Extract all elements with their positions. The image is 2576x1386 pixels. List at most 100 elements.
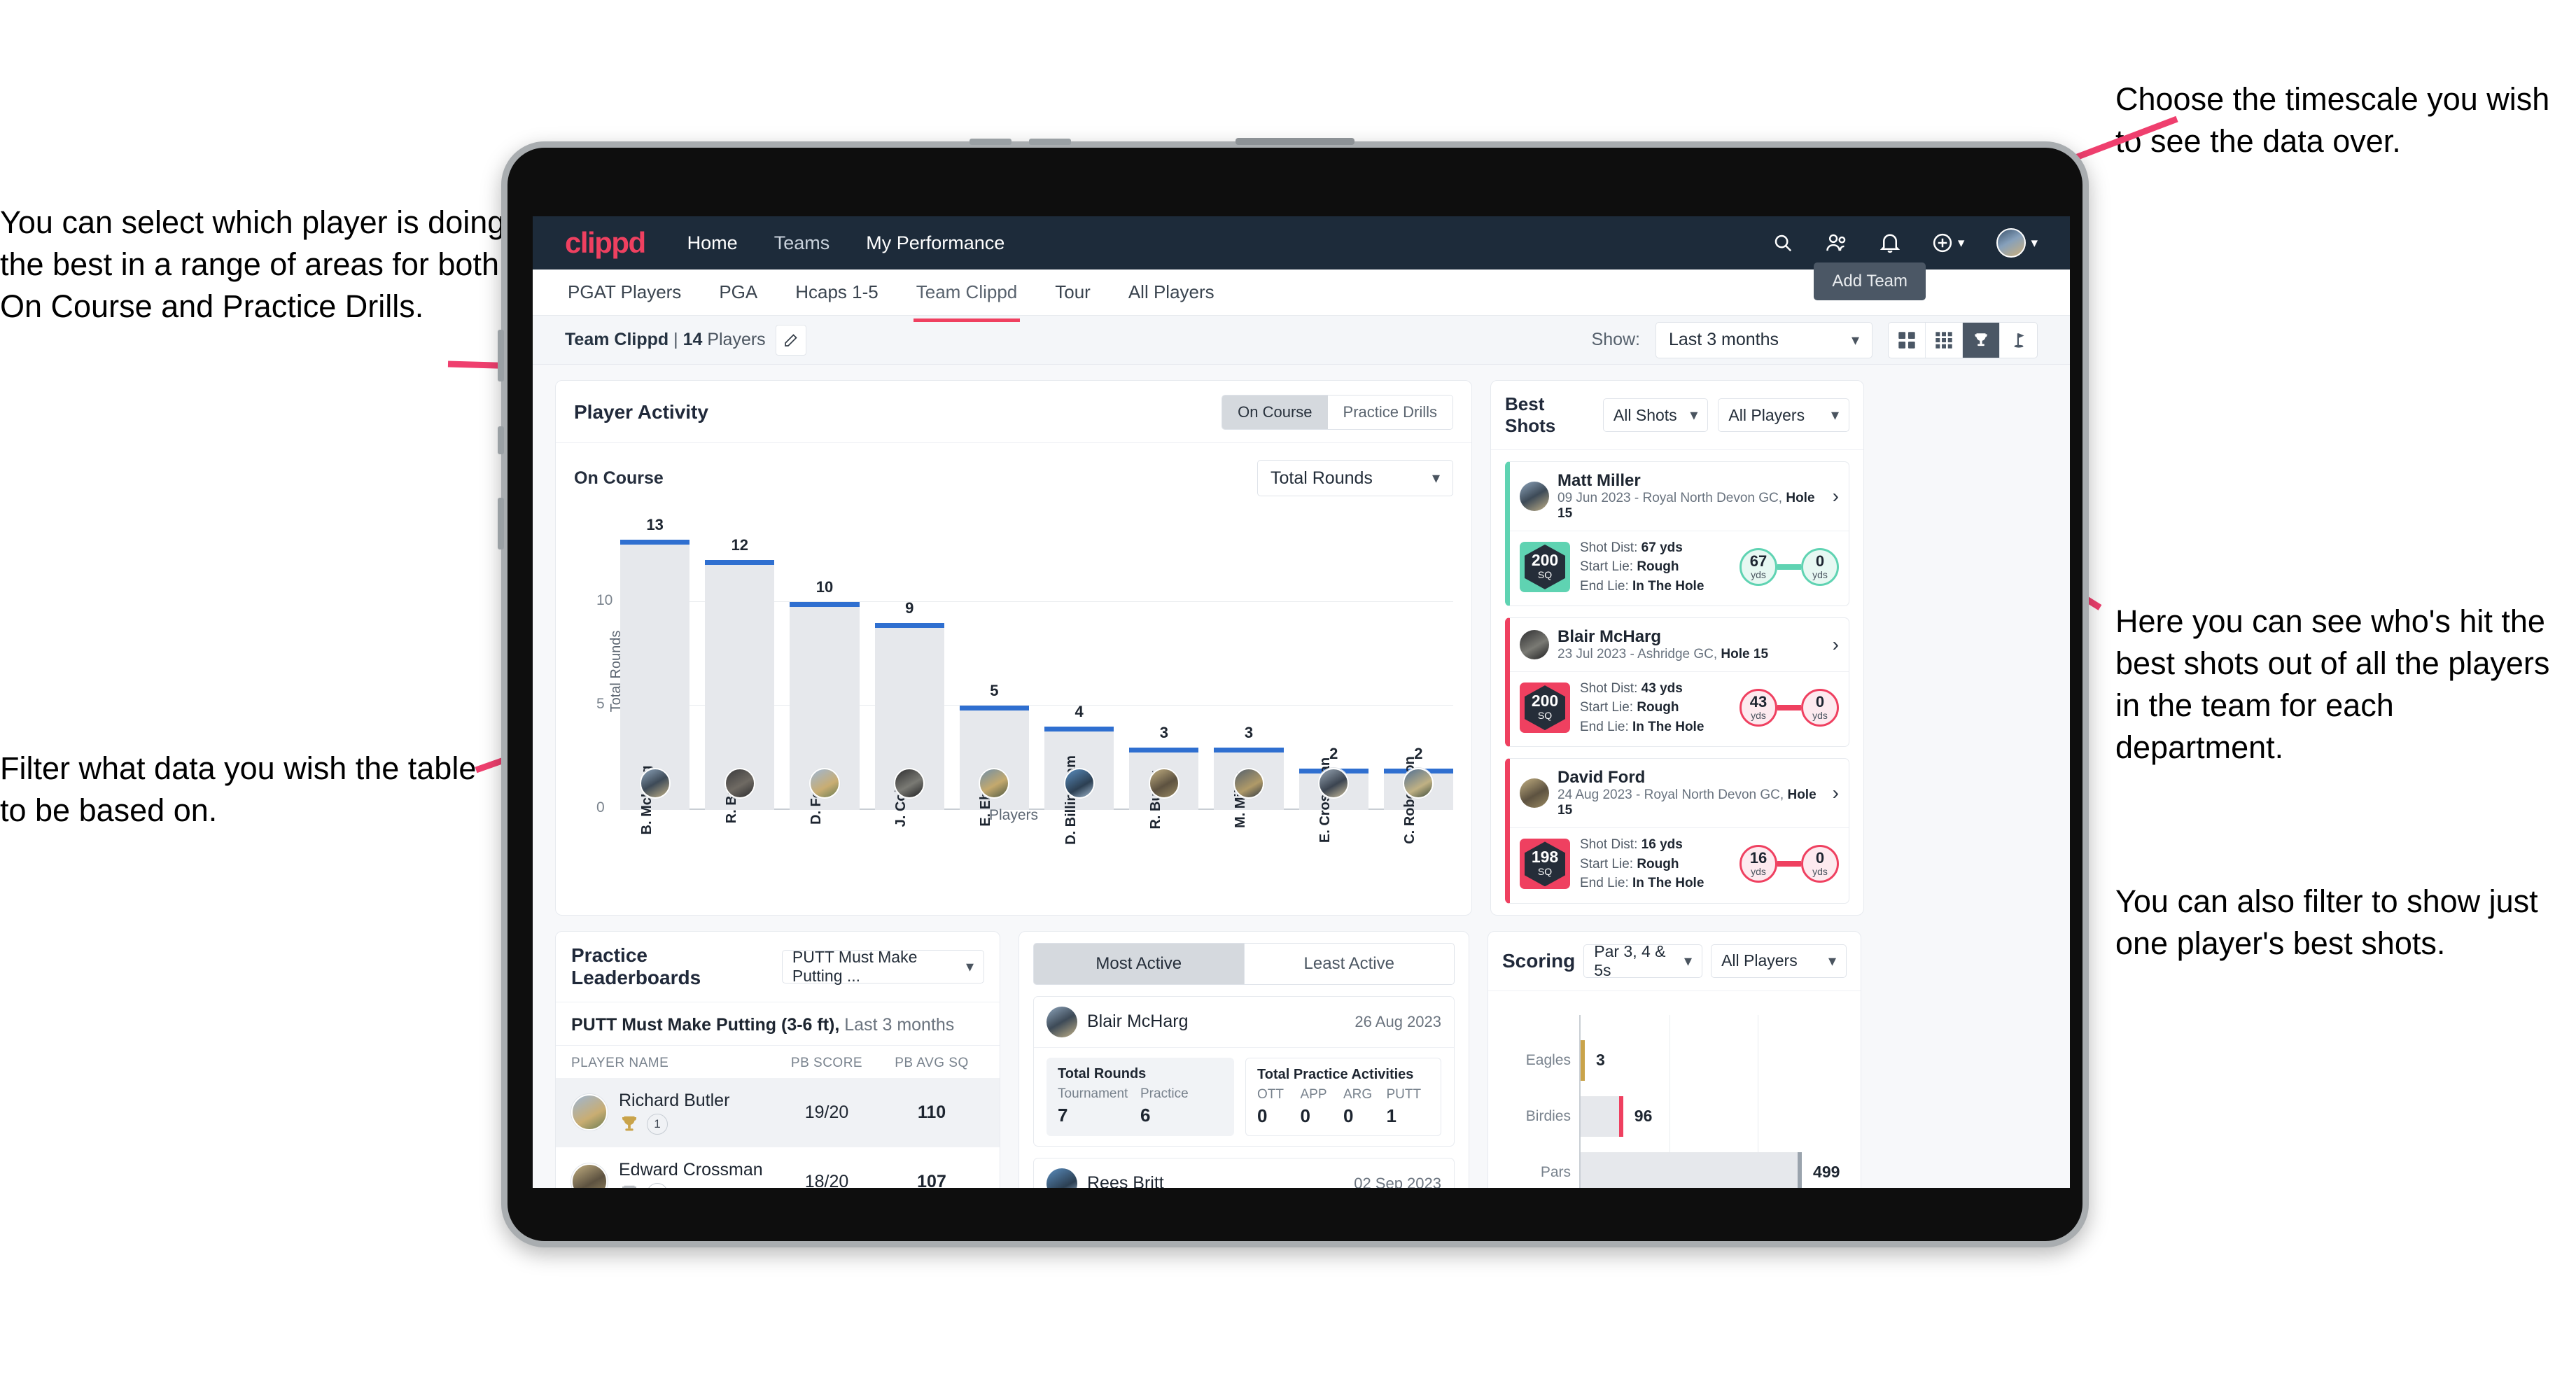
leaderboard-pb-avg-sq: 107 bbox=[917, 1171, 946, 1188]
leaderboard-player-info: Richard Butler 1 bbox=[619, 1091, 729, 1135]
scoring-category-label: Pars bbox=[1540, 1163, 1571, 1180]
chart-bar-column[interactable]: 10 D. Ford bbox=[790, 519, 860, 825]
view-toggle-grid-9[interactable] bbox=[1926, 322, 1963, 358]
tab-team-clippd[interactable]: Team Clippd bbox=[913, 273, 1021, 322]
chevron-right-icon[interactable]: › bbox=[1833, 485, 1839, 507]
view-toggle-golf-flag[interactable] bbox=[2000, 323, 2037, 358]
chevron-right-icon[interactable]: › bbox=[1833, 782, 1839, 804]
add-team-button[interactable]: Add Team bbox=[1814, 262, 1926, 300]
avatar[interactable] bbox=[1046, 1168, 1077, 1188]
activity-list: Blair McHarg 26 Aug 2023 Total Rounds Tourn… bbox=[1019, 985, 1469, 1188]
tab-all-players[interactable]: All Players bbox=[1126, 273, 1217, 312]
player-avatar[interactable] bbox=[639, 768, 671, 799]
nav-link-my-performance[interactable]: My Performance bbox=[866, 232, 1004, 254]
timescale-select[interactable]: Last 3 months ▾ bbox=[1656, 321, 1872, 358]
shot-dist-value: 67 yds bbox=[1641, 540, 1683, 555]
shot-dist-line: Shot Dist: 16 yds bbox=[1580, 835, 1704, 855]
plus-circle-icon[interactable]: ▾ bbox=[1932, 232, 1964, 253]
chart-bar-column[interactable]: 5 E. Ebert bbox=[959, 519, 1030, 827]
nav-link-home[interactable]: Home bbox=[687, 232, 738, 254]
scoring-row[interactable]: Pars 499 bbox=[1541, 1152, 1847, 1188]
sq-unit: SQ bbox=[1537, 568, 1553, 580]
avatar[interactable] bbox=[1520, 778, 1549, 808]
player-avatar[interactable] bbox=[979, 768, 1010, 799]
table-row[interactable]: Richard Butler 1 19/20 110 bbox=[556, 1077, 1000, 1147]
chart-bar-column[interactable]: 4 D. Billingham bbox=[1044, 519, 1114, 845]
player-avatar[interactable] bbox=[1403, 768, 1434, 799]
chart-bar-value: 5 bbox=[990, 682, 999, 700]
drill-select[interactable]: PUTT Must Make Putting ... ▾ bbox=[781, 948, 984, 985]
best-shot-player-name: David Ford bbox=[1558, 768, 1646, 788]
scoring-bar[interactable] bbox=[1581, 1152, 1802, 1188]
player-avatar[interactable] bbox=[1318, 768, 1350, 799]
scoring-par-select[interactable]: Par 3, 4 & 5s ▾ bbox=[1583, 942, 1703, 979]
tab-tour[interactable]: Tour bbox=[1052, 273, 1093, 312]
tab-least-active[interactable]: Least Active bbox=[1244, 942, 1455, 985]
shot-start-distance: 43 yds bbox=[1740, 689, 1777, 727]
avatar[interactable]: ▾ bbox=[1996, 228, 2038, 258]
tab-pgat-players[interactable]: PGAT Players bbox=[565, 273, 684, 312]
show-label: Show: bbox=[1591, 330, 1640, 349]
metric-select[interactable]: Total Rounds ▾ bbox=[1257, 460, 1453, 496]
bell-icon[interactable] bbox=[1879, 232, 1900, 253]
best-shot-card[interactable]: David Ford 24 Aug 2023 - Royal North Devo… bbox=[1505, 758, 1849, 904]
scoring-bar-cap bbox=[1581, 1040, 1585, 1081]
people-icon[interactable] bbox=[1826, 232, 1848, 253]
chart-bar-column[interactable]: 3 M. Miller bbox=[1214, 519, 1284, 828]
tab-hcaps-1-5[interactable]: Hcaps 1-5 bbox=[792, 273, 881, 312]
player-avatar[interactable] bbox=[809, 768, 840, 799]
player-avatar[interactable] bbox=[1233, 768, 1265, 799]
tab-pga[interactable]: PGA bbox=[716, 273, 760, 312]
player-avatar[interactable] bbox=[724, 768, 755, 799]
chart-bar-column[interactable]: 3 R. Butler bbox=[1129, 519, 1199, 830]
view-toggle-grid-4[interactable] bbox=[1889, 322, 1926, 358]
chart-avatar-slot bbox=[620, 768, 690, 799]
activity-player-card[interactable]: Rees Britt02 Sep 2023Total RoundsTournam… bbox=[1033, 1157, 1455, 1188]
avatar[interactable] bbox=[1520, 630, 1549, 660]
activity-player-name: Blair McHarg bbox=[1087, 1011, 1189, 1032]
scoring-row[interactable]: Eagles 3 bbox=[1526, 1040, 1847, 1081]
best-shot-meta: 23 Jul 2023 - Ashridge GC, Hole 15 bbox=[1558, 647, 1768, 662]
segment-on-course[interactable]: On Course bbox=[1222, 396, 1328, 429]
view-toggle-group bbox=[1888, 321, 2038, 358]
chart-bar-column[interactable]: 2 C. Robertson bbox=[1383, 519, 1454, 844]
scoring-player-select[interactable]: All Players ▾ bbox=[1711, 944, 1847, 978]
tab-most-active[interactable]: Most Active bbox=[1033, 942, 1245, 985]
scoring-bar[interactable] bbox=[1581, 1096, 1623, 1137]
best-shot-card[interactable]: Matt Miller 09 Jun 2023 - Royal North Dev… bbox=[1505, 461, 1849, 607]
view-toggle-trophy[interactable] bbox=[1963, 322, 2000, 358]
end-lie-line: End Lie: In The Hole bbox=[1580, 577, 1704, 596]
player-avatar[interactable] bbox=[1148, 768, 1180, 799]
table-row[interactable]: Edward Crossman 2 18/20 107 bbox=[556, 1147, 1000, 1188]
player-avatar[interactable] bbox=[1063, 768, 1095, 799]
best-shots-shot-filter[interactable]: All Shots ▾ bbox=[1602, 398, 1709, 432]
search-icon[interactable] bbox=[1772, 232, 1793, 253]
avatar[interactable] bbox=[1046, 1006, 1077, 1037]
chart-bar-column[interactable]: 12 R. Britt bbox=[705, 519, 775, 823]
chart-bar-column[interactable]: 9 J. Coles bbox=[874, 519, 945, 827]
activity-card: Most Active Least Active Blair McHarg 26 … bbox=[1018, 930, 1469, 1188]
scoring-category-label: Birdies bbox=[1525, 1107, 1571, 1124]
clippd-logo[interactable]: clippd bbox=[565, 226, 646, 260]
chart-bar-column[interactable]: 2 E. Crossman bbox=[1298, 519, 1369, 843]
segment-practice-drills[interactable]: Practice Drills bbox=[1327, 396, 1452, 429]
chevron-down-icon: ▾ bbox=[2031, 235, 2038, 251]
nav-link-teams[interactable]: Teams bbox=[774, 232, 830, 254]
player-activity-card: Player Activity On Course Practice Drill… bbox=[555, 380, 1472, 916]
chevron-right-icon[interactable]: › bbox=[1833, 634, 1839, 656]
scoring-row[interactable]: Birdies 96 bbox=[1526, 1096, 1847, 1137]
pencil-icon bbox=[784, 333, 797, 346]
player-avatar[interactable] bbox=[894, 768, 925, 799]
best-shot-card[interactable]: Blair McHarg 23 Jul 2023 - Ashridge GC, H… bbox=[1505, 617, 1849, 748]
avatar[interactable] bbox=[571, 1163, 608, 1188]
chart-bar-column[interactable]: 13 B. McHarg bbox=[620, 516, 690, 834]
scoring-player-value: All Players bbox=[1721, 951, 1798, 970]
scoring-bar[interactable] bbox=[1581, 1040, 1585, 1081]
avatar[interactable] bbox=[1520, 481, 1549, 511]
best-shots-player-filter[interactable]: All Players ▾ bbox=[1718, 398, 1850, 432]
edit-team-button[interactable] bbox=[775, 324, 806, 356]
avatar[interactable] bbox=[571, 1094, 608, 1131]
chart-avatar-slot bbox=[1214, 768, 1283, 799]
activity-player-card[interactable]: Blair McHarg 26 Aug 2023 Total Rounds Tourn… bbox=[1033, 995, 1455, 1147]
best-shot-date-course: 24 Aug 2023 - Royal North Devon GC, bbox=[1558, 788, 1788, 803]
